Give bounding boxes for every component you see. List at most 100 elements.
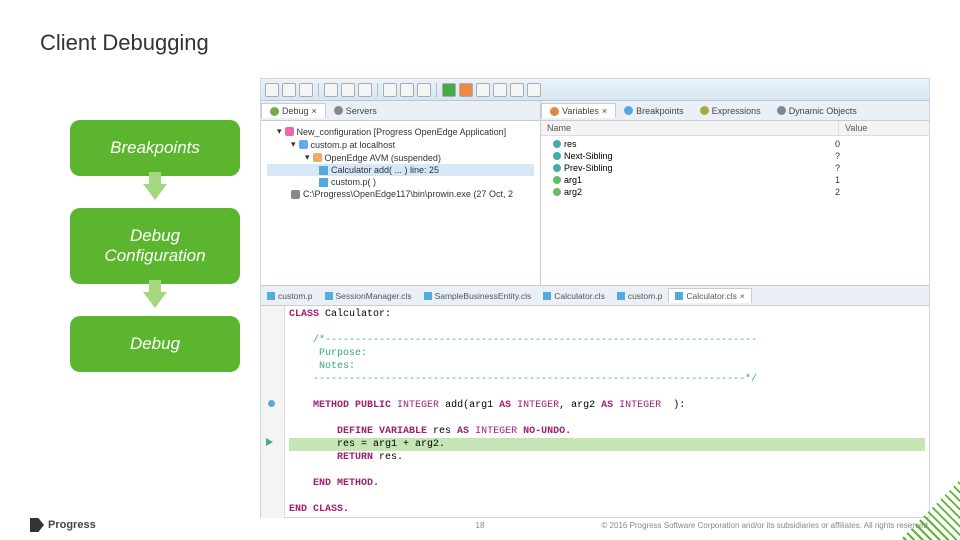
debug-tabs: Debug × Servers — [261, 101, 540, 121]
file-icon — [675, 292, 683, 300]
code-content[interactable]: CLASS Calculator: /*--------------------… — [285, 306, 929, 518]
steps-diagram: Breakpoints Debug Configuration Debug — [70, 120, 240, 372]
toolbar-button[interactable] — [358, 83, 372, 97]
bug-icon — [270, 107, 279, 116]
toolbar-button[interactable] — [400, 83, 414, 97]
tab-label: Expressions — [712, 106, 761, 116]
file-icon — [325, 292, 333, 300]
dynamic-icon — [777, 106, 786, 115]
variables-panel: Variables × Breakpoints Expressions Dyna… — [541, 101, 929, 285]
tab-label: custom.p — [278, 291, 313, 301]
var-name: arg1 — [564, 175, 582, 185]
editor-tab[interactable]: SessionManager.cls — [319, 289, 418, 303]
step-out-button[interactable] — [527, 83, 541, 97]
var-name: res — [564, 139, 577, 149]
var-icon — [553, 140, 561, 148]
tab-dynamic-objects[interactable]: Dynamic Objects — [769, 104, 865, 118]
var-value: ? — [835, 163, 925, 173]
vars-body: res0 Next-Sibling? Prev-Sibling? arg1 1 a… — [541, 136, 929, 285]
gutter[interactable] — [261, 306, 285, 518]
step-into-button[interactable] — [510, 83, 524, 97]
editor-tab[interactable]: Calculator.cls — [537, 289, 611, 303]
var-icon — [553, 176, 561, 184]
frame-icon — [319, 178, 328, 187]
stack-frame[interactable]: Calculator add( ... ) line: 25 — [267, 164, 534, 176]
tab-variables[interactable]: Variables × — [541, 103, 616, 118]
var-row[interactable]: Prev-Sibling? — [545, 162, 925, 174]
tab-debug[interactable]: Debug × — [261, 103, 326, 118]
launch-icon — [285, 127, 294, 136]
tree-row[interactable]: ▾ New_configuration [Progress OpenEdge A… — [267, 125, 534, 138]
tree-row[interactable]: C:\Progress\OpenEdge117\bin\prowin.exe (… — [267, 188, 534, 200]
toolbar-button[interactable] — [265, 83, 279, 97]
col-value[interactable]: Value — [839, 121, 929, 135]
debug-tree[interactable]: ▾ New_configuration [Progress OpenEdge A… — [261, 121, 540, 285]
var-name: Prev-Sibling — [564, 163, 613, 173]
var-row[interactable]: Next-Sibling? — [545, 150, 925, 162]
editor-tab[interactable]: SampleBusinessEntity.cls — [418, 289, 538, 303]
code-editor[interactable]: CLASS Calculator: /*--------------------… — [261, 306, 929, 518]
var-name: Next-Sibling — [564, 151, 613, 161]
file-icon — [267, 292, 275, 300]
execution-pointer-icon — [261, 436, 284, 449]
toolbar-button[interactable] — [417, 83, 431, 97]
toolbar-button[interactable] — [341, 83, 355, 97]
variables-icon — [550, 107, 559, 116]
editor-tab[interactable]: custom.p — [611, 289, 669, 303]
server-icon — [334, 106, 343, 115]
file-icon — [617, 292, 625, 300]
var-icon — [553, 164, 561, 172]
var-row[interactable]: res0 — [545, 138, 925, 150]
tab-label: Dynamic Objects — [789, 106, 857, 116]
col-name[interactable]: Name — [541, 121, 839, 135]
toolbar-button[interactable] — [299, 83, 313, 97]
step-over-button[interactable] — [493, 83, 507, 97]
tree-label: custom.p at localhost — [311, 140, 396, 150]
run-button[interactable] — [442, 83, 456, 97]
stop-button[interactable] — [459, 83, 473, 97]
tab-servers[interactable]: Servers — [326, 104, 385, 118]
toolbar-button[interactable] — [383, 83, 397, 97]
separator — [377, 83, 378, 97]
toolbar — [261, 79, 929, 101]
progress-logo: Progress — [30, 518, 96, 532]
tab-expressions[interactable]: Expressions — [692, 104, 769, 118]
tree-row[interactable]: ▾ custom.p at localhost — [267, 138, 534, 151]
separator — [436, 83, 437, 97]
var-value: ? — [835, 151, 925, 161]
toolbar-button[interactable] — [324, 83, 338, 97]
separator — [318, 83, 319, 97]
toolbar-button[interactable] — [476, 83, 490, 97]
debug-panel: Debug × Servers ▾ New_configuration [Pro… — [261, 101, 541, 285]
var-value: 2 — [835, 187, 925, 197]
editor-tab[interactable]: custom.p — [261, 289, 319, 303]
copyright: © 2016 Progress Software Corporation and… — [601, 521, 930, 530]
var-row[interactable]: arg22 — [545, 186, 925, 198]
stack-frame[interactable]: custom.p( ) — [267, 176, 534, 188]
frame-icon — [319, 166, 328, 175]
tab-label: Variables — [562, 106, 599, 116]
step-debug-config: Debug Configuration — [70, 208, 240, 284]
breakpoint-marker[interactable] — [261, 397, 284, 410]
logo-text: Progress — [48, 519, 96, 531]
logo-icon — [30, 518, 44, 532]
toolbar-button[interactable] — [282, 83, 296, 97]
arrow-icon — [143, 292, 167, 308]
tab-label: Debug — [282, 106, 309, 116]
tree-label: OpenEdge AVM (suspended) — [325, 153, 441, 163]
var-icon — [553, 188, 561, 196]
tree-label: custom.p( ) — [331, 177, 376, 187]
editor-tab-active[interactable]: Calculator.cls × — [668, 288, 752, 303]
var-row[interactable]: arg1 1 — [545, 174, 925, 186]
var-value: 1 — [835, 175, 925, 185]
tab-label: Breakpoints — [636, 106, 684, 116]
expressions-icon — [700, 106, 709, 115]
tree-label: C:\Progress\OpenEdge117\bin\prowin.exe (… — [303, 189, 513, 199]
tab-breakpoints[interactable]: Breakpoints — [616, 104, 692, 118]
vars-header: Name Value — [541, 121, 929, 136]
tab-label: custom.p — [628, 291, 663, 301]
tab-label: Calculator.cls — [554, 291, 605, 301]
tab-label: SessionManager.cls — [336, 291, 412, 301]
tree-label: New_configuration [Progress OpenEdge App… — [297, 127, 507, 137]
tree-row[interactable]: ▾ OpenEdge AVM (suspended) — [267, 151, 534, 164]
